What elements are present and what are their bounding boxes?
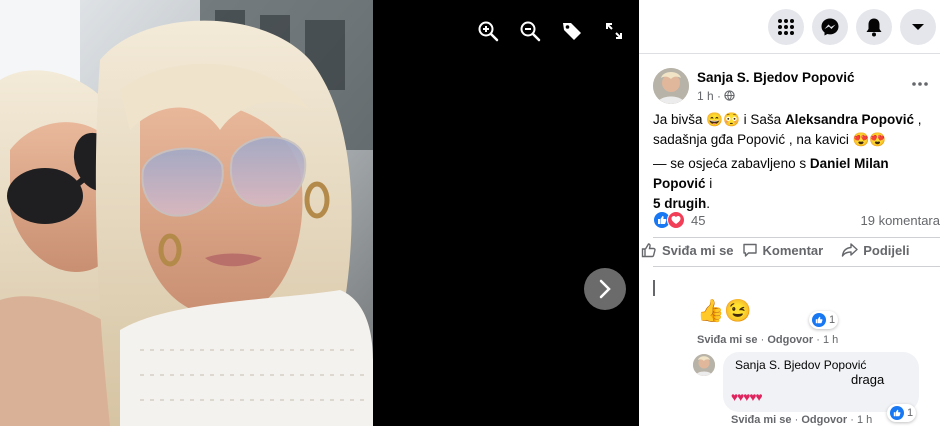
like-reaction-icon bbox=[890, 406, 904, 420]
reply-like-link[interactable]: Sviđa mi se bbox=[731, 414, 792, 426]
share-button-label: Podijeli bbox=[863, 242, 910, 258]
reactions-count[interactable]: 45 bbox=[691, 213, 705, 228]
comment-button-label: Komentar bbox=[762, 242, 824, 258]
post-text-segment: , bbox=[914, 112, 922, 127]
comment-button[interactable]: Komentar bbox=[742, 242, 824, 258]
reply-meta: Sviđa mi se · Odgovor · 1 h bbox=[731, 414, 873, 426]
menu-grid-icon[interactable] bbox=[768, 8, 804, 45]
like-button[interactable]: Sviđa mi se bbox=[641, 242, 734, 258]
like-reaction-icon bbox=[812, 313, 826, 327]
post-header: Sanja S. Bjedov Popović 1 h · bbox=[653, 68, 855, 104]
tagged-others-link[interactable]: 5 drugih bbox=[653, 196, 706, 211]
reply-text: draga bbox=[851, 372, 885, 387]
next-photo-button[interactable] bbox=[584, 268, 626, 310]
chevron-right-icon bbox=[599, 279, 611, 299]
post-photo[interactable] bbox=[0, 0, 373, 426]
photo-post-viewer: Sanja S. Bjedov Popović 1 h · Ja bivša 😄… bbox=[0, 0, 940, 426]
post-stats: 45 19 komentara bbox=[653, 211, 940, 229]
comment-icon bbox=[742, 243, 757, 257]
author-avatar[interactable] bbox=[653, 68, 689, 104]
comment-time[interactable]: 1 h bbox=[823, 334, 838, 346]
comment-reply-link[interactable]: Odgovor bbox=[767, 334, 813, 346]
post-text-emoji: 😄😳 bbox=[706, 112, 740, 127]
tag-icon[interactable] bbox=[557, 16, 587, 46]
account-dropdown-icon[interactable] bbox=[900, 8, 936, 45]
comment-author-avatar[interactable] bbox=[653, 280, 659, 296]
comment-reaction-badge[interactable]: 1 bbox=[809, 311, 839, 329]
zoom-in-icon[interactable] bbox=[473, 16, 503, 46]
like-button-label: Sviđa mi se bbox=[662, 242, 734, 258]
comment-meta: Sviđa mi se · Odgovor · 1 h bbox=[697, 334, 839, 346]
comment-reaction-count: 1 bbox=[829, 314, 836, 326]
feeling-text: i bbox=[705, 176, 713, 191]
share-button[interactable]: Podijeli bbox=[841, 242, 909, 258]
reply-bubble: Sanja S. Bjedov Popović draga ♥♥♥♥♥ bbox=[723, 352, 919, 412]
post-panel: Sanja S. Bjedov Popović 1 h · Ja bivša 😄… bbox=[639, 0, 940, 426]
comments-count[interactable]: 19 komentara bbox=[861, 213, 940, 228]
feeling-text: . bbox=[706, 196, 711, 211]
zoom-out-icon[interactable] bbox=[515, 16, 545, 46]
top-navigation bbox=[639, 0, 940, 54]
post-actions: Sviđa mi se Komentar Podijeli bbox=[639, 242, 940, 258]
reply-reaction-badge[interactable]: 1 bbox=[887, 404, 917, 422]
tagged-person-link[interactable]: Aleksandra Popović bbox=[785, 112, 914, 127]
post-options-button[interactable] bbox=[908, 74, 932, 94]
divider bbox=[653, 237, 940, 238]
more-horizontal-icon bbox=[912, 82, 928, 86]
post-text-segment: sadašnja gđa Popović , na kavici bbox=[653, 132, 853, 147]
divider bbox=[653, 266, 940, 267]
reply-reply-link[interactable]: Odgovor bbox=[801, 414, 847, 426]
post-text-segment: i Saša bbox=[739, 112, 785, 127]
messenger-icon[interactable] bbox=[812, 8, 848, 45]
comment-reply: Sanja S. Bjedov Popović draga ♥♥♥♥♥ bbox=[693, 352, 919, 412]
fullscreen-icon[interactable] bbox=[599, 16, 629, 46]
photo-viewer bbox=[0, 0, 639, 426]
reaction-icons[interactable] bbox=[653, 211, 685, 229]
comment-like-link[interactable]: Sviđa mi se bbox=[697, 334, 758, 346]
thumbs-up-icon bbox=[641, 243, 656, 258]
reply-author-name[interactable]: Sanja S. Bjedov Popović bbox=[735, 358, 907, 372]
love-reaction-icon bbox=[667, 211, 685, 229]
post-text: Ja bivša 😄😳 i Saša Aleksandra Popović , … bbox=[653, 110, 935, 218]
post-author-name[interactable]: Sanja S. Bjedov Popović bbox=[697, 70, 855, 85]
globe-icon bbox=[724, 90, 735, 101]
reply-reaction-count: 1 bbox=[907, 407, 914, 419]
post-timestamp[interactable]: 1 h · bbox=[697, 89, 721, 103]
comment-emoji-content: 👍😉 bbox=[697, 298, 752, 323]
reply-author-avatar[interactable] bbox=[693, 354, 715, 376]
post-text-emoji: 😍😍 bbox=[852, 132, 887, 147]
notifications-bell-icon[interactable] bbox=[856, 8, 892, 45]
share-icon bbox=[842, 243, 858, 257]
viewer-toolbar bbox=[473, 16, 629, 46]
reply-hearts: ♥♥♥♥♥ bbox=[731, 390, 763, 404]
reply-time[interactable]: 1 h bbox=[857, 414, 872, 426]
post-text-segment: Ja bivša bbox=[653, 112, 707, 127]
feeling-text: — se osjeća zabavljeno s bbox=[653, 156, 810, 171]
